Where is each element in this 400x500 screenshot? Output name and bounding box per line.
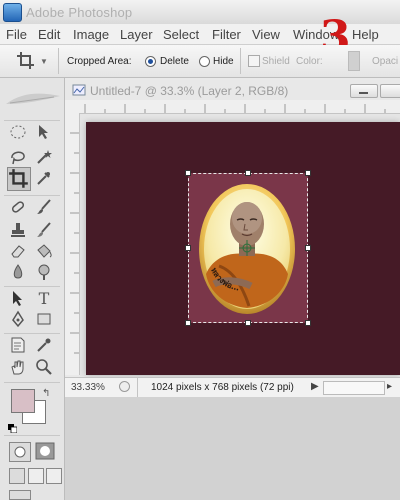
lasso-icon[interactable] [8, 148, 28, 168]
dodge-icon[interactable] [34, 263, 54, 283]
crop-handle-right[interactable] [305, 245, 311, 251]
crop-handle-top-right[interactable] [305, 170, 311, 176]
status-menu-arrow-icon[interactable]: ▶ [311, 381, 319, 392]
standard-mode-icon[interactable] [9, 442, 31, 462]
crop-handle-left[interactable] [185, 245, 191, 251]
history-brush-icon[interactable] [34, 221, 54, 241]
photoshop-logo-icon [3, 3, 22, 22]
menu-layer[interactable]: Layer [120, 27, 153, 42]
menu-view[interactable]: View [252, 27, 280, 42]
menu-file[interactable]: File [6, 27, 27, 42]
minimize-icon [359, 92, 368, 94]
divider [4, 195, 60, 196]
quick-mask-icon[interactable] [35, 442, 55, 460]
divider [4, 333, 60, 334]
jump-to-icon[interactable] [9, 490, 31, 500]
magic-wand-icon[interactable] [34, 148, 54, 168]
feather-icon [6, 93, 60, 104]
document-title: Untitled-7 @ 33.3% (Layer 2, RGB/8) [90, 84, 289, 98]
shape-icon[interactable] [34, 310, 54, 330]
horizontal-ruler [65, 100, 400, 114]
divider [4, 435, 60, 436]
eyedropper-icon[interactable] [34, 336, 54, 356]
brush-icon[interactable] [34, 198, 54, 218]
hide-radio[interactable] [199, 56, 210, 67]
eyedropper-icon[interactable] [34, 169, 54, 189]
hide-label[interactable]: Hide [213, 56, 234, 67]
document-icon [72, 84, 86, 96]
divider [4, 286, 60, 287]
eraser-icon[interactable] [8, 242, 28, 262]
screen-mode-2-icon[interactable] [28, 468, 44, 484]
workspace-background [65, 397, 400, 500]
shield-checkbox[interactable] [248, 55, 260, 67]
crop-handle-bottom-left[interactable] [185, 320, 191, 326]
divider [4, 382, 60, 383]
options-bar: ▼ Cropped Area: Delete Hide Shield Color… [0, 45, 400, 78]
divider [4, 120, 60, 121]
delete-radio[interactable] [145, 56, 156, 67]
foreground-color-swatch[interactable] [11, 389, 35, 413]
swap-colors-icon[interactable]: ↰ [42, 388, 50, 399]
minimize-button[interactable] [350, 84, 378, 98]
zoom-icon[interactable] [34, 358, 54, 378]
crop-handle-bottom-right[interactable] [305, 320, 311, 326]
menu-image[interactable]: Image [73, 27, 109, 42]
bucket-icon[interactable] [34, 242, 54, 262]
menu-help[interactable]: Help [352, 27, 379, 42]
zoom-level[interactable]: 33.33% [71, 382, 105, 393]
divider [58, 48, 59, 74]
screen-mode-3-icon[interactable] [46, 468, 62, 484]
default-colors-icon[interactable] [8, 420, 18, 434]
cropped-area-label: Cropped Area: [67, 56, 132, 67]
hand-icon[interactable] [8, 358, 28, 378]
divider [137, 378, 138, 397]
status-bar: 33.33% 1024 pixels x 768 pixels (72 ppi)… [65, 377, 400, 397]
horizontal-scrollbar[interactable] [323, 381, 385, 395]
vertical-ruler [65, 113, 80, 375]
menu-filter[interactable]: Filter [212, 27, 241, 42]
monk-portrait-photo: หลวงพ่อ… [199, 184, 295, 314]
crop-tool-icon[interactable] [16, 51, 36, 71]
crop-handle-top[interactable] [245, 170, 251, 176]
opacity-label: Opaci [372, 56, 399, 67]
clone-stamp-icon[interactable] [8, 221, 28, 241]
crop-handle-top-left[interactable] [185, 170, 191, 176]
crop-selection[interactable]: หลวงพ่อ… [188, 173, 308, 323]
pen-icon[interactable] [8, 310, 28, 330]
scroll-right-icon[interactable]: ▸ [387, 381, 392, 392]
delete-label[interactable]: Delete [160, 56, 189, 67]
blur-icon[interactable] [8, 263, 28, 283]
marquee-icon[interactable] [8, 123, 28, 143]
healing-brush-icon[interactable] [8, 198, 28, 218]
shield-label[interactable]: Shield [262, 56, 290, 67]
divider [240, 48, 241, 74]
app-title: Adobe Photoshop [26, 5, 133, 20]
crop-tool-icon[interactable] [7, 167, 31, 191]
maximize-button[interactable] [380, 84, 400, 98]
screen-mode-1-icon[interactable] [9, 468, 25, 484]
color-label: Color: [296, 56, 323, 67]
menu-select[interactable]: Select [163, 27, 199, 42]
path-select-icon[interactable] [8, 289, 28, 309]
status-icon[interactable] [119, 381, 130, 392]
document-dimensions: 1024 pixels x 768 pixels (72 ppi) [151, 382, 294, 393]
notes-icon[interactable] [8, 336, 28, 356]
tools-panel: T ↰ [0, 78, 65, 500]
move-icon[interactable] [34, 123, 54, 143]
crop-handle-bottom[interactable] [245, 320, 251, 326]
menu-edit[interactable]: Edit [38, 27, 60, 42]
tool-preset-arrow-icon[interactable]: ▼ [40, 57, 48, 66]
type-icon[interactable]: T [34, 289, 54, 309]
shield-color-swatch[interactable] [348, 51, 360, 71]
